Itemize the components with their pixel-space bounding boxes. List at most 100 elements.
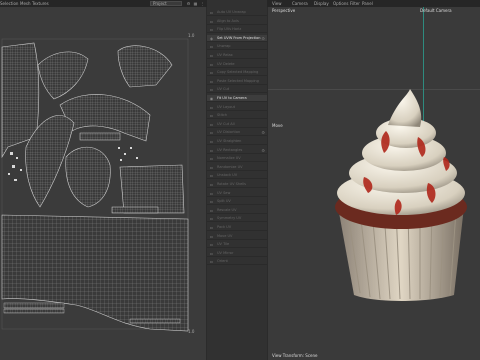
menu-item-label: Fit UV to Camera <box>217 96 247 100</box>
menu-item-copy[interactable]: ▫ Copy Selected Mapping <box>207 69 267 77</box>
menu-item-flip[interactable]: ▫ Flip UVs Horiz <box>207 26 267 34</box>
cupcake-frosting <box>388 89 422 127</box>
menu-item-label: Normalize UV <box>217 156 241 161</box>
unwrap-icon: ▫ <box>210 44 213 50</box>
stitch-icon: ▫ <box>210 113 213 119</box>
menu-item-label: Randomize UV <box>217 164 243 169</box>
menu-item-tile[interactable]: ▫ UV Tile <box>207 241 267 249</box>
flip-icon: ▫ <box>210 27 213 33</box>
cut-icon: ▫ <box>210 87 213 93</box>
menu-item-paste[interactable]: ▫ Paste Selected Mapping <box>207 78 267 85</box>
projection-icon: ◈ <box>209 35 214 41</box>
symmetry-icon: ▫ <box>210 216 213 222</box>
menu-item-label: Rotate UV Shells <box>217 182 247 186</box>
menu-item-rect[interactable]: ▫ UV Rectangles ⚙ <box>207 147 267 154</box>
menu-item-projection[interactable]: ◈ Set UVW From Projection ⚙ <box>207 34 267 42</box>
menu-item-camera[interactable]: ◉ Fit UV to Camera <box>207 95 267 102</box>
split-icon: ▫ <box>210 199 213 205</box>
grid-toggle-icon[interactable]: ▦ <box>193 1 198 6</box>
uv-corner-label-bottom: 1.0 <box>188 329 195 334</box>
menu-item-stitch[interactable]: ▫ Stitch <box>207 112 267 120</box>
menu-item-label: UV Delete <box>217 61 235 66</box>
pack-icon: ▫ <box>210 225 213 230</box>
gear-icon[interactable]: ⚙ <box>261 147 265 154</box>
menu-item-label: Symmetry UV <box>217 216 242 221</box>
camera-icon: ◉ <box>209 96 214 101</box>
paste-icon: ▫ <box>210 78 213 84</box>
vp-menu-camera[interactable]: Camera <box>292 0 308 7</box>
uv-shell-6 <box>65 146 111 208</box>
menu-item-label: UV Sew <box>217 190 231 195</box>
copy-icon: ▫ <box>210 70 213 76</box>
menu-item-unwrap[interactable]: ▫ Unwrap <box>207 43 267 51</box>
menu-item-unstack[interactable]: ▫ Unstack UV <box>207 172 267 180</box>
menu-item-axis[interactable]: ▫ Align to Axis <box>207 18 267 25</box>
menu-item-move[interactable]: ▫ Move UV <box>207 233 267 240</box>
orient-icon: ▫ <box>210 259 213 265</box>
menu-item-label: Orient <box>217 259 228 264</box>
more-icon[interactable]: ⋮ <box>200 1 205 6</box>
uv-shell-3 <box>117 45 173 88</box>
menu-selection[interactable]: Selection <box>0 0 18 7</box>
menu-item-delete[interactable]: ▫ UV Delete <box>207 61 267 68</box>
uv-shell-strip-1 <box>79 132 121 141</box>
rotate-icon: ▫ <box>210 182 213 187</box>
menu-item-sew[interactable]: ▫ UV Sew <box>207 190 267 197</box>
rect-icon: ▫ <box>210 147 213 153</box>
menu-item-grid[interactable]: ▫ Auto UV Unwrap <box>207 9 267 16</box>
cupcake-render <box>335 89 467 301</box>
menu-mesh[interactable]: Mesh <box>20 0 31 7</box>
settings-icon[interactable]: ⚙ <box>186 1 191 6</box>
menu-item-label: Copy Selected Mapping <box>217 70 259 75</box>
menu-item-label: Set UVW From Projection <box>217 35 261 40</box>
menu-item-pack[interactable]: ▫ Pack UV <box>207 224 267 231</box>
vp-menu-view[interactable]: View <box>272 0 282 7</box>
gear-icon[interactable]: ⚙ <box>261 35 265 42</box>
cut-icon: ▫ <box>210 121 213 127</box>
menu-item-cut[interactable]: ▫ UV Cut <box>207 86 267 94</box>
menu-item-label: Split UV <box>217 199 231 204</box>
gear-icon[interactable]: ⚙ <box>261 129 265 136</box>
straighten-icon: ▫ <box>210 139 213 144</box>
uv-tools-menu: ▫ Auto UV Unwrap ▫ Align to Axis ▫ Flip UVs H… <box>207 0 267 360</box>
menu-item-label: UV Cut <box>217 87 230 92</box>
menu-item-distortion[interactable]: ▫ UV Distortion ⚙ <box>207 129 267 137</box>
relax-icon: ▫ <box>210 53 213 58</box>
uv-editor[interactable]: 1.0 1.0 <box>0 7 206 360</box>
uv-corner-label-top: 1.0 <box>188 33 195 38</box>
menu-item-label: Unstack UV <box>217 173 238 178</box>
menu-item-normalize[interactable]: ▫ Normalize UV <box>207 155 267 163</box>
vp-menu-display[interactable]: Display <box>314 0 329 7</box>
vp-menu-options[interactable]: Options <box>333 0 348 7</box>
menu-item-rotate[interactable]: ▫ Rotate UV Shells <box>207 181 267 188</box>
menu-item-label: UV Straighten <box>217 139 242 143</box>
3d-viewport[interactable]: Perspective Default Camera Move View Tra… <box>268 7 480 360</box>
menu-item-mirror[interactable]: ▫ UV Mirror <box>207 250 267 257</box>
uv-shell-strip-2 <box>111 206 159 214</box>
menu-item-label: UV Distortion <box>217 130 241 135</box>
menu-item-random[interactable]: ▫ Randomize UV <box>207 164 267 171</box>
menu-item-split[interactable]: ▫ Split UV <box>207 198 267 206</box>
vp-menu-filter[interactable]: Filter <box>350 0 360 7</box>
scale-icon: ▫ <box>210 207 213 213</box>
menu-item-label: Align to Axis <box>217 18 239 23</box>
menu-item-layout[interactable]: ▫ UV Layout <box>207 104 267 111</box>
menu-item-scale[interactable]: ▫ Rescale UV <box>207 207 267 214</box>
menu-item-label: Auto UV Unwrap <box>217 10 246 14</box>
unstack-icon: ▫ <box>210 173 213 179</box>
menu-item-label: Stitch <box>217 113 228 118</box>
menu-item-relax[interactable]: ▫ UV Relax <box>207 52 267 59</box>
uv-shell-liner <box>1 214 189 332</box>
menu-item-label: Flip UVs Horiz <box>217 27 242 32</box>
menu-item-symmetry[interactable]: ▫ Symmetry UV <box>207 215 267 223</box>
menu-item-cut[interactable]: ▫ UV Cut All <box>207 121 267 128</box>
menu-textures[interactable]: Textures <box>32 0 49 7</box>
menu-item-label: Paste Selected Mapping <box>217 78 259 83</box>
menu-item-orient[interactable]: ▫ Orient <box>207 258 267 266</box>
menu-item-straighten[interactable]: ▫ UV Straighten <box>207 138 267 145</box>
uv-shell-2 <box>37 51 89 100</box>
menu-item-label: Pack UV <box>217 225 232 229</box>
projection-select[interactable]: Project <box>150 1 182 6</box>
grid-icon: ▫ <box>210 10 213 15</box>
vp-menu-panel[interactable]: Panel <box>362 0 373 7</box>
